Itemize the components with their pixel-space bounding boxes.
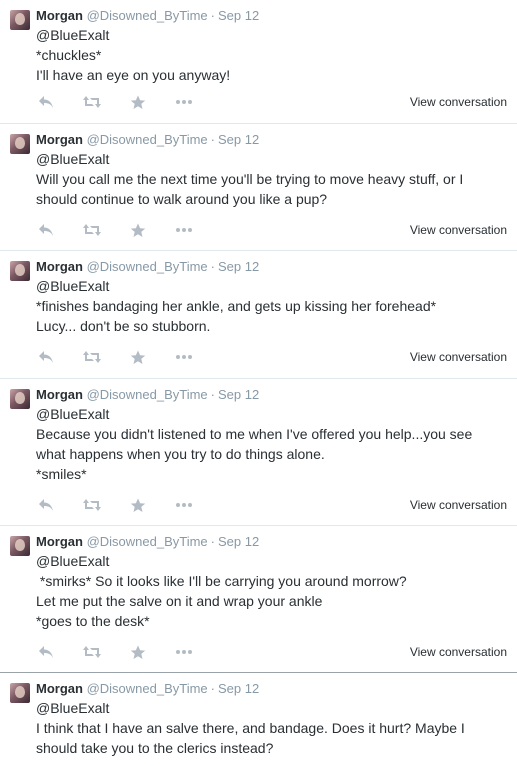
star-icon[interactable] bbox=[128, 349, 148, 365]
tweet-actions: View conversation bbox=[36, 497, 507, 517]
text-line: Lucy... don't be so stubborn. bbox=[36, 318, 211, 334]
text-line: *smirks* So it looks like I'll be carryi… bbox=[36, 573, 407, 589]
tweet-date[interactable]: Sep 12 bbox=[218, 387, 259, 402]
author-handle[interactable]: @Disowned_ByTime bbox=[87, 259, 208, 274]
author-handle[interactable]: @Disowned_ByTime bbox=[87, 8, 208, 23]
retweet-icon[interactable] bbox=[82, 222, 102, 238]
more-icon[interactable] bbox=[174, 644, 194, 660]
view-conversation-link[interactable]: View conversation bbox=[410, 497, 507, 513]
tweet-text: @BlueExalt I think that I have an salve t… bbox=[36, 698, 509, 758]
tweet[interactable]: Morgan @Disowned_ByTime · Sep 12 @BlueExal… bbox=[0, 673, 517, 766]
tweet[interactable]: Morgan @Disowned_ByTime · Sep 12 @BlueExal… bbox=[0, 379, 517, 526]
reply-icon[interactable] bbox=[36, 222, 56, 238]
tweet[interactable]: Morgan @Disowned_ByTime · Sep 12 @BlueExal… bbox=[0, 251, 517, 379]
separator-dot: · bbox=[210, 259, 216, 274]
mention-line[interactable]: @BlueExalt bbox=[36, 404, 509, 424]
tweet-date[interactable]: Sep 12 bbox=[218, 534, 259, 549]
tweet-date[interactable]: Sep 12 bbox=[218, 259, 259, 274]
separator-dot: · bbox=[210, 387, 216, 402]
avatar[interactable] bbox=[10, 683, 30, 703]
tweet-header: Morgan @Disowned_ByTime · Sep 12 bbox=[36, 534, 509, 550]
text-line: what happens when you try to do things a… bbox=[36, 446, 325, 462]
author-handle[interactable]: @Disowned_ByTime bbox=[87, 534, 208, 549]
separator-dot: · bbox=[210, 534, 216, 549]
author-name[interactable]: Morgan bbox=[36, 681, 83, 696]
tweet-text: @BlueExalt Will you call me the next time… bbox=[36, 149, 509, 209]
author-name[interactable]: Morgan bbox=[36, 8, 83, 23]
star-icon[interactable] bbox=[128, 497, 148, 513]
retweet-icon[interactable] bbox=[82, 94, 102, 110]
tweet-actions: View conversation bbox=[36, 644, 507, 664]
avatar[interactable] bbox=[10, 536, 30, 556]
tweet-text: @BlueExalt *finishes bandaging her ankle,… bbox=[36, 276, 509, 336]
more-icon[interactable] bbox=[174, 497, 194, 513]
text-line: Will you call me the next time you'll be… bbox=[36, 171, 464, 187]
mention-line[interactable]: @BlueExalt bbox=[36, 25, 509, 45]
avatar[interactable] bbox=[10, 389, 30, 409]
view-conversation-link[interactable]: View conversation bbox=[410, 94, 507, 110]
text-line: I'll have an eye on you anyway! bbox=[36, 67, 231, 83]
text-line: *finishes bandaging her ankle, and gets … bbox=[36, 298, 437, 314]
view-conversation-link[interactable]: View conversation bbox=[410, 349, 507, 365]
separator-dot: · bbox=[210, 132, 216, 147]
text-line: *smiles* bbox=[36, 466, 87, 482]
star-icon[interactable] bbox=[128, 94, 148, 110]
view-conversation-link[interactable]: View conversation bbox=[410, 222, 507, 238]
text-line: Let me put the salve on it and wrap your… bbox=[36, 593, 323, 609]
tweet-header: Morgan @Disowned_ByTime · Sep 12 bbox=[36, 387, 509, 403]
mention-line[interactable]: @BlueExalt bbox=[36, 698, 509, 718]
more-icon[interactable] bbox=[174, 349, 194, 365]
avatar[interactable] bbox=[10, 261, 30, 281]
view-conversation-link[interactable]: View conversation bbox=[410, 644, 507, 660]
author-name[interactable]: Morgan bbox=[36, 387, 83, 402]
tweet-text: @BlueExalt *smirks* So it looks like I'l… bbox=[36, 551, 509, 631]
text-line: should continue to walk around you like … bbox=[36, 191, 328, 207]
mention-line[interactable]: @BlueExalt bbox=[36, 551, 509, 571]
author-handle[interactable]: @Disowned_ByTime bbox=[87, 387, 208, 402]
reply-icon[interactable] bbox=[36, 94, 56, 110]
separator-dot: · bbox=[210, 681, 216, 696]
tweet-header: Morgan @Disowned_ByTime · Sep 12 bbox=[36, 681, 509, 697]
tweet-actions: View conversation bbox=[36, 349, 507, 369]
mention-line[interactable]: @BlueExalt bbox=[36, 149, 509, 169]
tweet-text: @BlueExalt *chuckles* I'll have an eye on … bbox=[36, 25, 509, 85]
author-name[interactable]: Morgan bbox=[36, 259, 83, 274]
retweet-icon[interactable] bbox=[82, 644, 102, 660]
more-icon[interactable] bbox=[174, 94, 194, 110]
star-icon[interactable] bbox=[128, 222, 148, 238]
tweet[interactable]: Morgan @Disowned_ByTime · Sep 12 @BlueExal… bbox=[0, 124, 517, 251]
more-icon[interactable] bbox=[174, 222, 194, 238]
tweet-header: Morgan @Disowned_ByTime · Sep 12 bbox=[36, 132, 509, 148]
reply-icon[interactable] bbox=[36, 497, 56, 513]
author-name[interactable]: Morgan bbox=[36, 534, 83, 549]
tweet-header: Morgan @Disowned_ByTime · Sep 12 bbox=[36, 259, 509, 275]
avatar[interactable] bbox=[10, 134, 30, 154]
tweet-actions: View conversation bbox=[36, 222, 507, 242]
tweet[interactable]: Morgan @Disowned_ByTime · Sep 12 @BlueExal… bbox=[0, 0, 517, 124]
separator-dot: · bbox=[210, 8, 216, 23]
reply-icon[interactable] bbox=[36, 349, 56, 365]
tweet-timeline: Morgan @Disowned_ByTime · Sep 12 @BlueExal… bbox=[0, 0, 517, 766]
retweet-icon[interactable] bbox=[82, 497, 102, 513]
tweet-text: @BlueExalt Because you didn't listened to… bbox=[36, 404, 509, 484]
author-handle[interactable]: @Disowned_ByTime bbox=[87, 681, 208, 696]
text-line: Because you didn't listened to me when I… bbox=[36, 426, 473, 442]
tweet-date[interactable]: Sep 12 bbox=[218, 681, 259, 696]
mention-line[interactable]: @BlueExalt bbox=[36, 276, 509, 296]
tweet[interactable]: Morgan @Disowned_ByTime · Sep 12 @BlueExal… bbox=[0, 526, 517, 673]
avatar[interactable] bbox=[10, 10, 30, 30]
text-line: *goes to the desk* bbox=[36, 613, 150, 629]
tweet-actions: View conversation bbox=[36, 94, 507, 114]
author-name[interactable]: Morgan bbox=[36, 132, 83, 147]
author-handle[interactable]: @Disowned_ByTime bbox=[87, 132, 208, 147]
tweet-header: Morgan @Disowned_ByTime · Sep 12 bbox=[36, 8, 509, 24]
star-icon[interactable] bbox=[128, 644, 148, 660]
tweet-date[interactable]: Sep 12 bbox=[218, 8, 259, 23]
text-line: *chuckles* bbox=[36, 47, 102, 63]
reply-icon[interactable] bbox=[36, 644, 56, 660]
text-line: should take you to the clerics instead? bbox=[36, 740, 274, 756]
text-line: I think that I have an salve there, and … bbox=[36, 720, 465, 736]
tweet-date[interactable]: Sep 12 bbox=[218, 132, 259, 147]
retweet-icon[interactable] bbox=[82, 349, 102, 365]
